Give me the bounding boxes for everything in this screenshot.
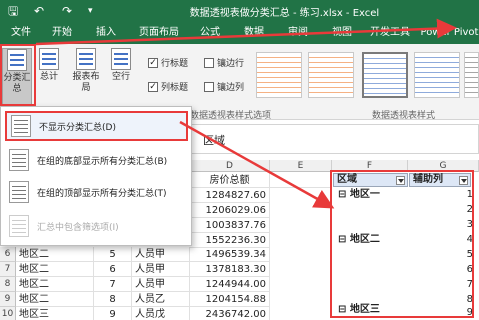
annotation-arrow	[35, 18, 457, 46]
annotation-arrows	[35, 18, 457, 209]
annotation-arrow	[179, 120, 335, 209]
